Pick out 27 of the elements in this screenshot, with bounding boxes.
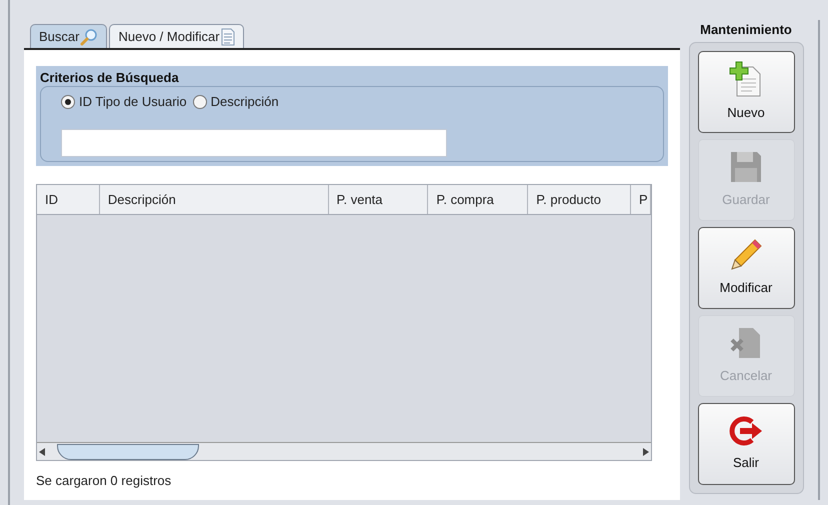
column-header[interactable]: P	[631, 185, 652, 214]
status-text: Se cargaron 0 registros	[36, 472, 172, 490]
column-header[interactable]: ID	[37, 185, 100, 214]
radio-option[interactable]: ID Tipo de Usuario	[61, 92, 187, 112]
scroll-left-icon[interactable]	[39, 448, 45, 456]
toolbar-button[interactable]: Modificar	[698, 227, 794, 309]
panel-title: Criterios de Búsqueda	[40, 69, 180, 86]
tab[interactable]: Buscar	[30, 24, 108, 48]
column-header[interactable]: P. producto	[528, 185, 632, 214]
pencil-icon	[729, 238, 763, 272]
toolbar-button[interactable]: Salir	[698, 403, 794, 485]
document-x-icon	[729, 326, 763, 360]
exit-icon	[728, 415, 764, 448]
scrollbar-thumb[interactable]	[57, 444, 199, 460]
toolbar-button[interactable]: Nuevo	[698, 51, 794, 133]
scroll-right-icon[interactable]	[643, 448, 649, 456]
column-header[interactable]: P. venta	[328, 185, 428, 214]
panel-title: Mantenimiento	[700, 21, 792, 39]
search-field[interactable]	[61, 129, 447, 157]
column-header[interactable]: Descripción	[100, 185, 328, 214]
magnifier-icon	[80, 28, 98, 46]
tab[interactable]: Nuevo / Modificar	[109, 24, 244, 48]
new-document-icon	[729, 61, 763, 98]
radio-option[interactable]: Descripción	[192, 92, 279, 112]
column-header[interactable]: P. compra	[428, 185, 528, 214]
document-icon	[220, 28, 235, 46]
horizontal-scrollbar[interactable]	[37, 442, 651, 460]
